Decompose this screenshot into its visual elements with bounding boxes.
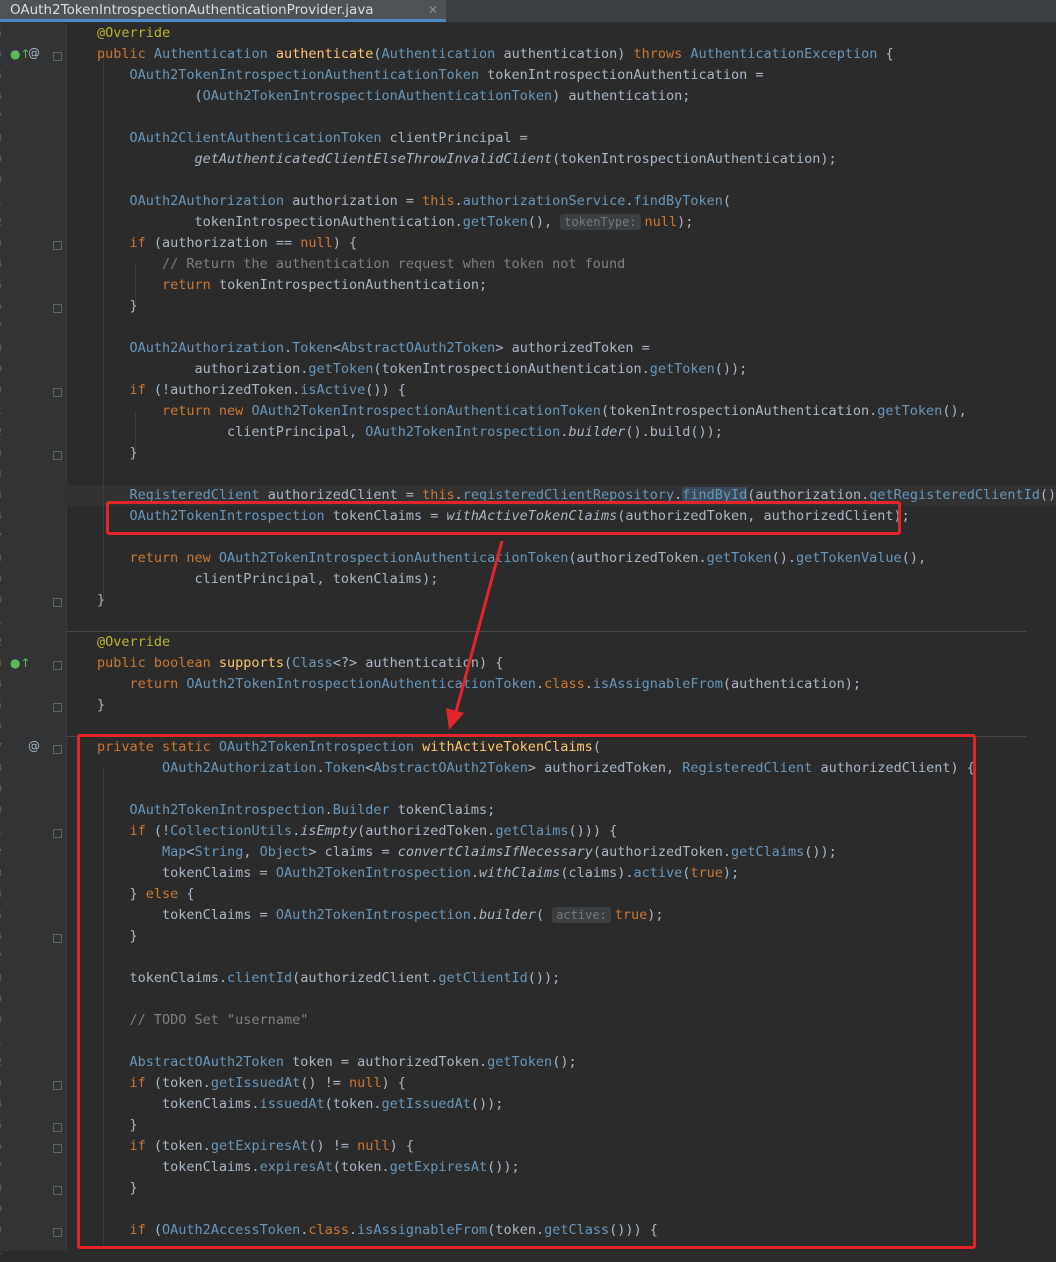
arrow-head [446, 708, 464, 730]
arrow-annotation [446, 540, 504, 730]
arrow-line [454, 540, 504, 713]
